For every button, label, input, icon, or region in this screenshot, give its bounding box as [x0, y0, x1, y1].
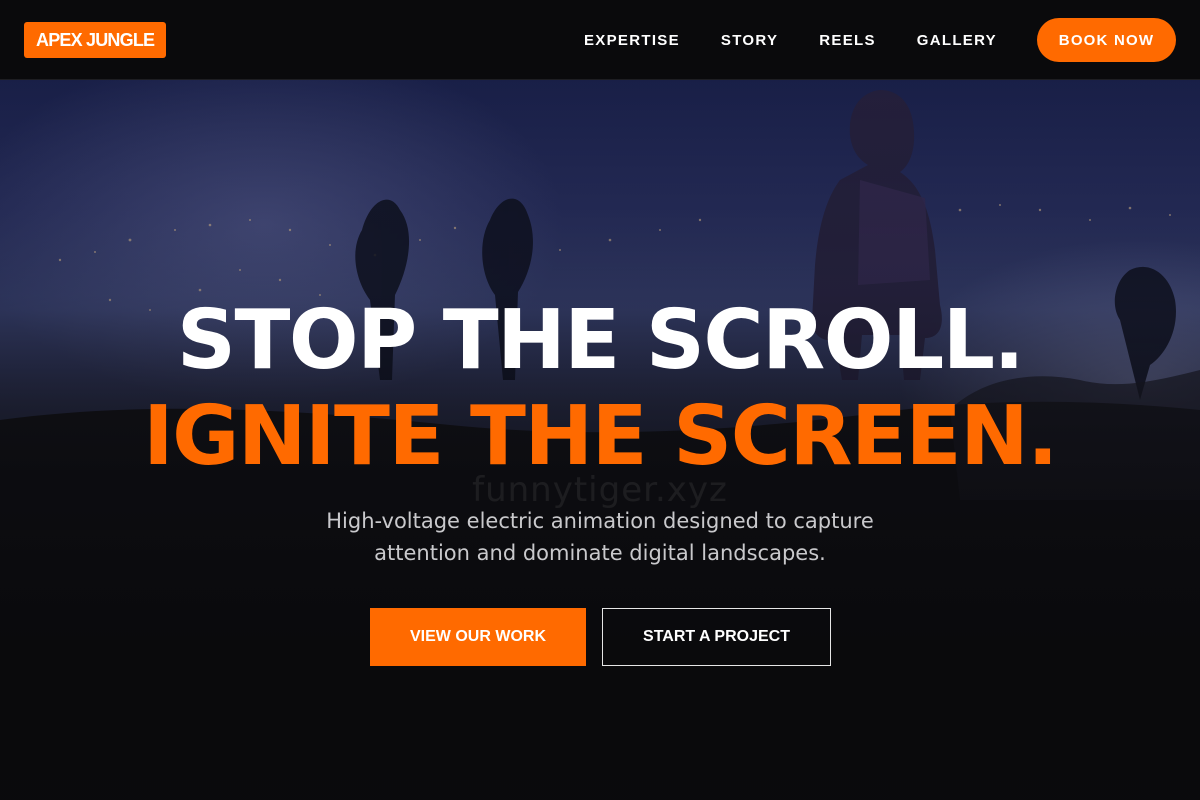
nav-link-gallery[interactable]: GALLERY	[917, 32, 997, 49]
main-nav: EXPERTISE STORY REELS GALLERY	[584, 0, 997, 80]
view-our-work-button[interactable]: VIEW OUR WORK	[370, 608, 586, 666]
top-navbar: APEX JUNGLE EXPERTISE STORY REELS GALLER…	[0, 0, 1200, 80]
hero-headline-line-2: IGNITE THE SCREEN.	[143, 389, 1058, 484]
watermark-text: funnytiger.xyz	[472, 470, 728, 510]
start-a-project-button[interactable]: START A PROJECT	[602, 608, 831, 666]
nav-link-story[interactable]: STORY	[721, 32, 778, 49]
brand-logo[interactable]: APEX JUNGLE	[24, 22, 167, 58]
hero-headline-line-1: STOP THE SCROLL.	[176, 293, 1025, 388]
nav-link-expertise[interactable]: EXPERTISE	[584, 32, 680, 49]
book-now-button[interactable]: BOOK NOW	[1037, 18, 1176, 62]
nav-link-reels[interactable]: REELS	[819, 32, 876, 49]
landing-page: APEX JUNGLE EXPERTISE STORY REELS GALLER…	[0, 0, 1200, 800]
hero-subtitle: High-voltage electric animation designed…	[326, 509, 874, 565]
